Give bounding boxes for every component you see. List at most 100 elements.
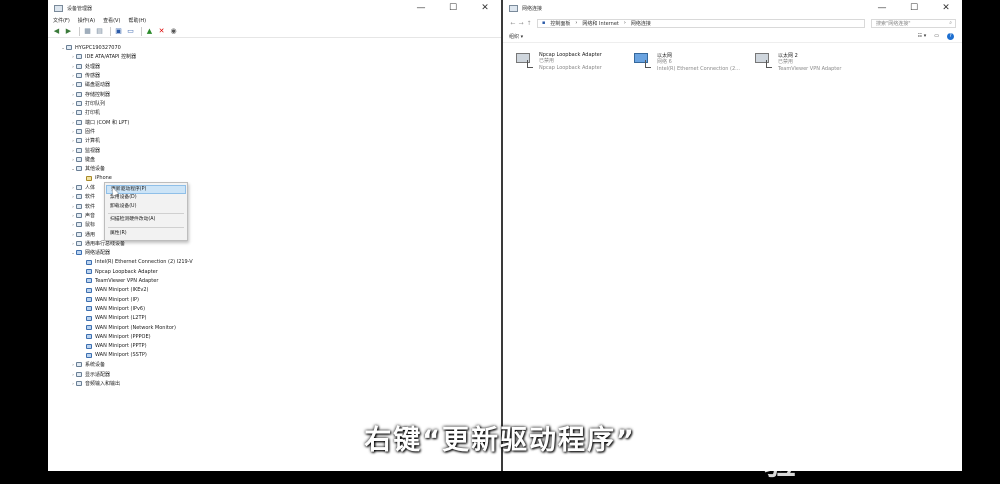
menu-file[interactable]: 文件(F) xyxy=(53,17,70,24)
menu-separator xyxy=(108,213,184,215)
minimize-button[interactable]: — xyxy=(405,0,437,16)
close-button[interactable]: ✕ xyxy=(469,0,501,16)
tree-item[interactable]: Intel(R) Ethernet Connection (2) I219-V xyxy=(48,258,501,267)
up-arrow-icon[interactable]: ↑ xyxy=(525,20,533,27)
tree-item[interactable]: › 磁盘驱动器 xyxy=(48,80,501,89)
tree-item-label: 显示适配器 xyxy=(85,371,111,378)
tree-item[interactable]: › 处理器 xyxy=(48,62,501,71)
help-icon[interactable]: ? xyxy=(947,32,954,40)
tree-item[interactable]: WAN Miniport (PPPOE) xyxy=(48,332,501,341)
tree-item[interactable]: › 固件 xyxy=(48,127,501,136)
tree-item[interactable]: › 监视器 xyxy=(48,146,501,155)
network-adapter-item[interactable]: Npcap Loopback Adapter 已禁用 Npcap Loopback … xyxy=(515,52,635,72)
adapter-name: 以太网 xyxy=(657,53,673,59)
show-hidden-icon[interactable]: ▤ xyxy=(95,27,104,36)
device-category-icon xyxy=(76,119,82,125)
breadcrumb-network-internet[interactable]: 网络和 Internet xyxy=(582,20,618,27)
context-menu-item[interactable]: 扫描检测硬件改动(A) xyxy=(105,216,187,225)
tree-item[interactable]: Npcap Loopback Adapter xyxy=(48,267,501,276)
tree-item[interactable]: ⌄ 其他设备 xyxy=(48,164,501,173)
tree-item[interactable]: › 传感器 xyxy=(48,71,501,80)
maximize-button[interactable]: ☐ xyxy=(437,0,469,16)
tree-item-label: 鼠标 xyxy=(85,222,96,229)
tree-item[interactable]: WAN Miniport (SSTP) xyxy=(48,351,501,360)
menu-help[interactable]: 帮助(H) xyxy=(128,17,146,24)
minimize-button[interactable]: — xyxy=(866,0,898,16)
organize-button[interactable]: 组织 ▾ xyxy=(509,33,523,40)
tree-item-label: Npcap Loopback Adapter xyxy=(95,268,158,275)
tree-item[interactable]: › IDE ATA/ATAPI 控制器 xyxy=(48,52,501,61)
tree-item[interactable]: › 系统设备 xyxy=(48,360,501,369)
address-bar-row: ← → ↑ ▪ 控制面板 › 网络和 Internet › 网络连接 搜索"网络… xyxy=(503,16,962,30)
device-category-icon xyxy=(76,231,82,237)
forward-arrow-icon[interactable]: → xyxy=(517,20,525,27)
tree-item-label: WAN Miniport (Network Monitor) xyxy=(95,324,176,331)
tree-item[interactable]: WAN Miniport (Network Monitor) xyxy=(48,323,501,332)
tree-item[interactable]: ⌄ 网络适配器 xyxy=(48,248,501,257)
monitor-icon[interactable]: ▭ xyxy=(126,27,135,36)
network-title: 网络连接 xyxy=(522,5,543,12)
forward-arrow-icon[interactable]: ▶ xyxy=(64,27,73,36)
breadcrumb-network-connections[interactable]: 网络连接 xyxy=(631,20,651,27)
close-button[interactable]: ✕ xyxy=(930,0,962,16)
tree-item[interactable]: › 打印机 xyxy=(48,108,501,117)
maximize-button[interactable]: ☐ xyxy=(898,0,930,16)
search-input[interactable]: 搜索"网络连接" ⌕ xyxy=(871,18,956,28)
network-adapter-item[interactable]: 以太网 2 已禁用 TeamViewer VPN Adapter xyxy=(754,52,874,73)
adapter-status: 网络 6 xyxy=(657,59,672,65)
breadcrumb-control-panel[interactable]: 控制面板 xyxy=(550,20,570,27)
tree-item[interactable]: › 计算机 xyxy=(48,136,501,145)
device-manager-title: 设备管理器 xyxy=(67,5,93,12)
tree-item[interactable]: WAN Miniport (PPTP) xyxy=(48,342,501,351)
tree-item-label: 磁盘驱动器 xyxy=(85,82,111,89)
scan-hardware-icon[interactable]: ◉ xyxy=(169,27,178,36)
back-arrow-icon[interactable]: ← xyxy=(509,20,517,27)
network-adapter-icon xyxy=(86,297,92,303)
tree-item[interactable]: › 存储控制器 xyxy=(48,90,501,99)
tree-item[interactable]: WAN Miniport (IKEv2) xyxy=(48,286,501,295)
device-category-icon xyxy=(76,380,82,386)
tree-item[interactable]: WAN Miniport (IP) xyxy=(48,295,501,304)
tree-item-label: 软件 xyxy=(85,194,96,201)
back-arrow-icon[interactable]: ◀ xyxy=(52,27,61,36)
tree-item[interactable]: › 显示适配器 xyxy=(48,369,501,378)
tree-item-label: 处理器 xyxy=(85,63,101,70)
properties-icon[interactable]: ▦ xyxy=(83,27,92,36)
tree-item[interactable]: › 打印队列 xyxy=(48,99,501,108)
menu-view[interactable]: 查看(V) xyxy=(103,17,120,24)
tree-item-label: 固件 xyxy=(85,129,96,136)
tree-item[interactable]: ⌄ HYGPC190327070 xyxy=(48,43,501,52)
view-options-icon[interactable]: ☷ ▾ xyxy=(918,33,927,39)
device-category-icon xyxy=(76,110,82,116)
uninstall-x-icon[interactable]: ✕ xyxy=(157,27,166,36)
network-adapter-icon xyxy=(86,269,92,275)
tree-item[interactable]: TeamViewer VPN Adapter xyxy=(48,276,501,285)
tree-item-label: 传感器 xyxy=(85,73,101,80)
network-adapter-icon xyxy=(86,334,92,340)
tree-item-label: 端口 (COM 和 LPT) xyxy=(85,119,130,126)
menu-separator xyxy=(108,226,184,228)
help-book-icon[interactable]: ▣ xyxy=(114,27,123,36)
tree-item[interactable]: WAN Miniport (L2TP) xyxy=(48,314,501,323)
device-category-icon xyxy=(76,129,82,135)
network-adapter-item[interactable]: 以太网 网络 6 Intel(R) Ethernet Connection (2..… xyxy=(633,52,753,73)
menu-action[interactable]: 操作(A) xyxy=(78,17,95,24)
device-category-icon xyxy=(76,63,82,69)
network-adapter-icon xyxy=(86,325,92,330)
device-category-icon xyxy=(76,222,82,228)
tree-item[interactable]: › 音频输入和输出 xyxy=(48,379,501,388)
toolbar-separator xyxy=(141,26,142,36)
folder-icon: ▪ xyxy=(542,20,546,26)
tree-item-label: IDE ATA/ATAPI 控制器 xyxy=(85,54,137,61)
search-placeholder: 搜索"网络连接" xyxy=(876,20,911,27)
tree-item[interactable]: › 端口 (COM 和 LPT) xyxy=(48,118,501,127)
address-bar[interactable]: ▪ 控制面板 › 网络和 Internet › 网络连接 xyxy=(537,18,865,28)
preview-pane-icon[interactable]: ▭ xyxy=(934,33,939,39)
network-adapter-icon xyxy=(86,343,92,349)
context-menu-item[interactable]: 属性(R) xyxy=(105,230,187,239)
update-driver-icon[interactable]: ▲ xyxy=(145,27,154,36)
tree-item[interactable]: WAN Miniport (IPv6) xyxy=(48,304,501,313)
context-menu-item[interactable]: 禁用设备(D) xyxy=(105,194,187,203)
tree-item[interactable]: › 键盘 xyxy=(48,155,501,164)
context-menu-item[interactable]: 卸载设备(U) xyxy=(105,203,187,212)
